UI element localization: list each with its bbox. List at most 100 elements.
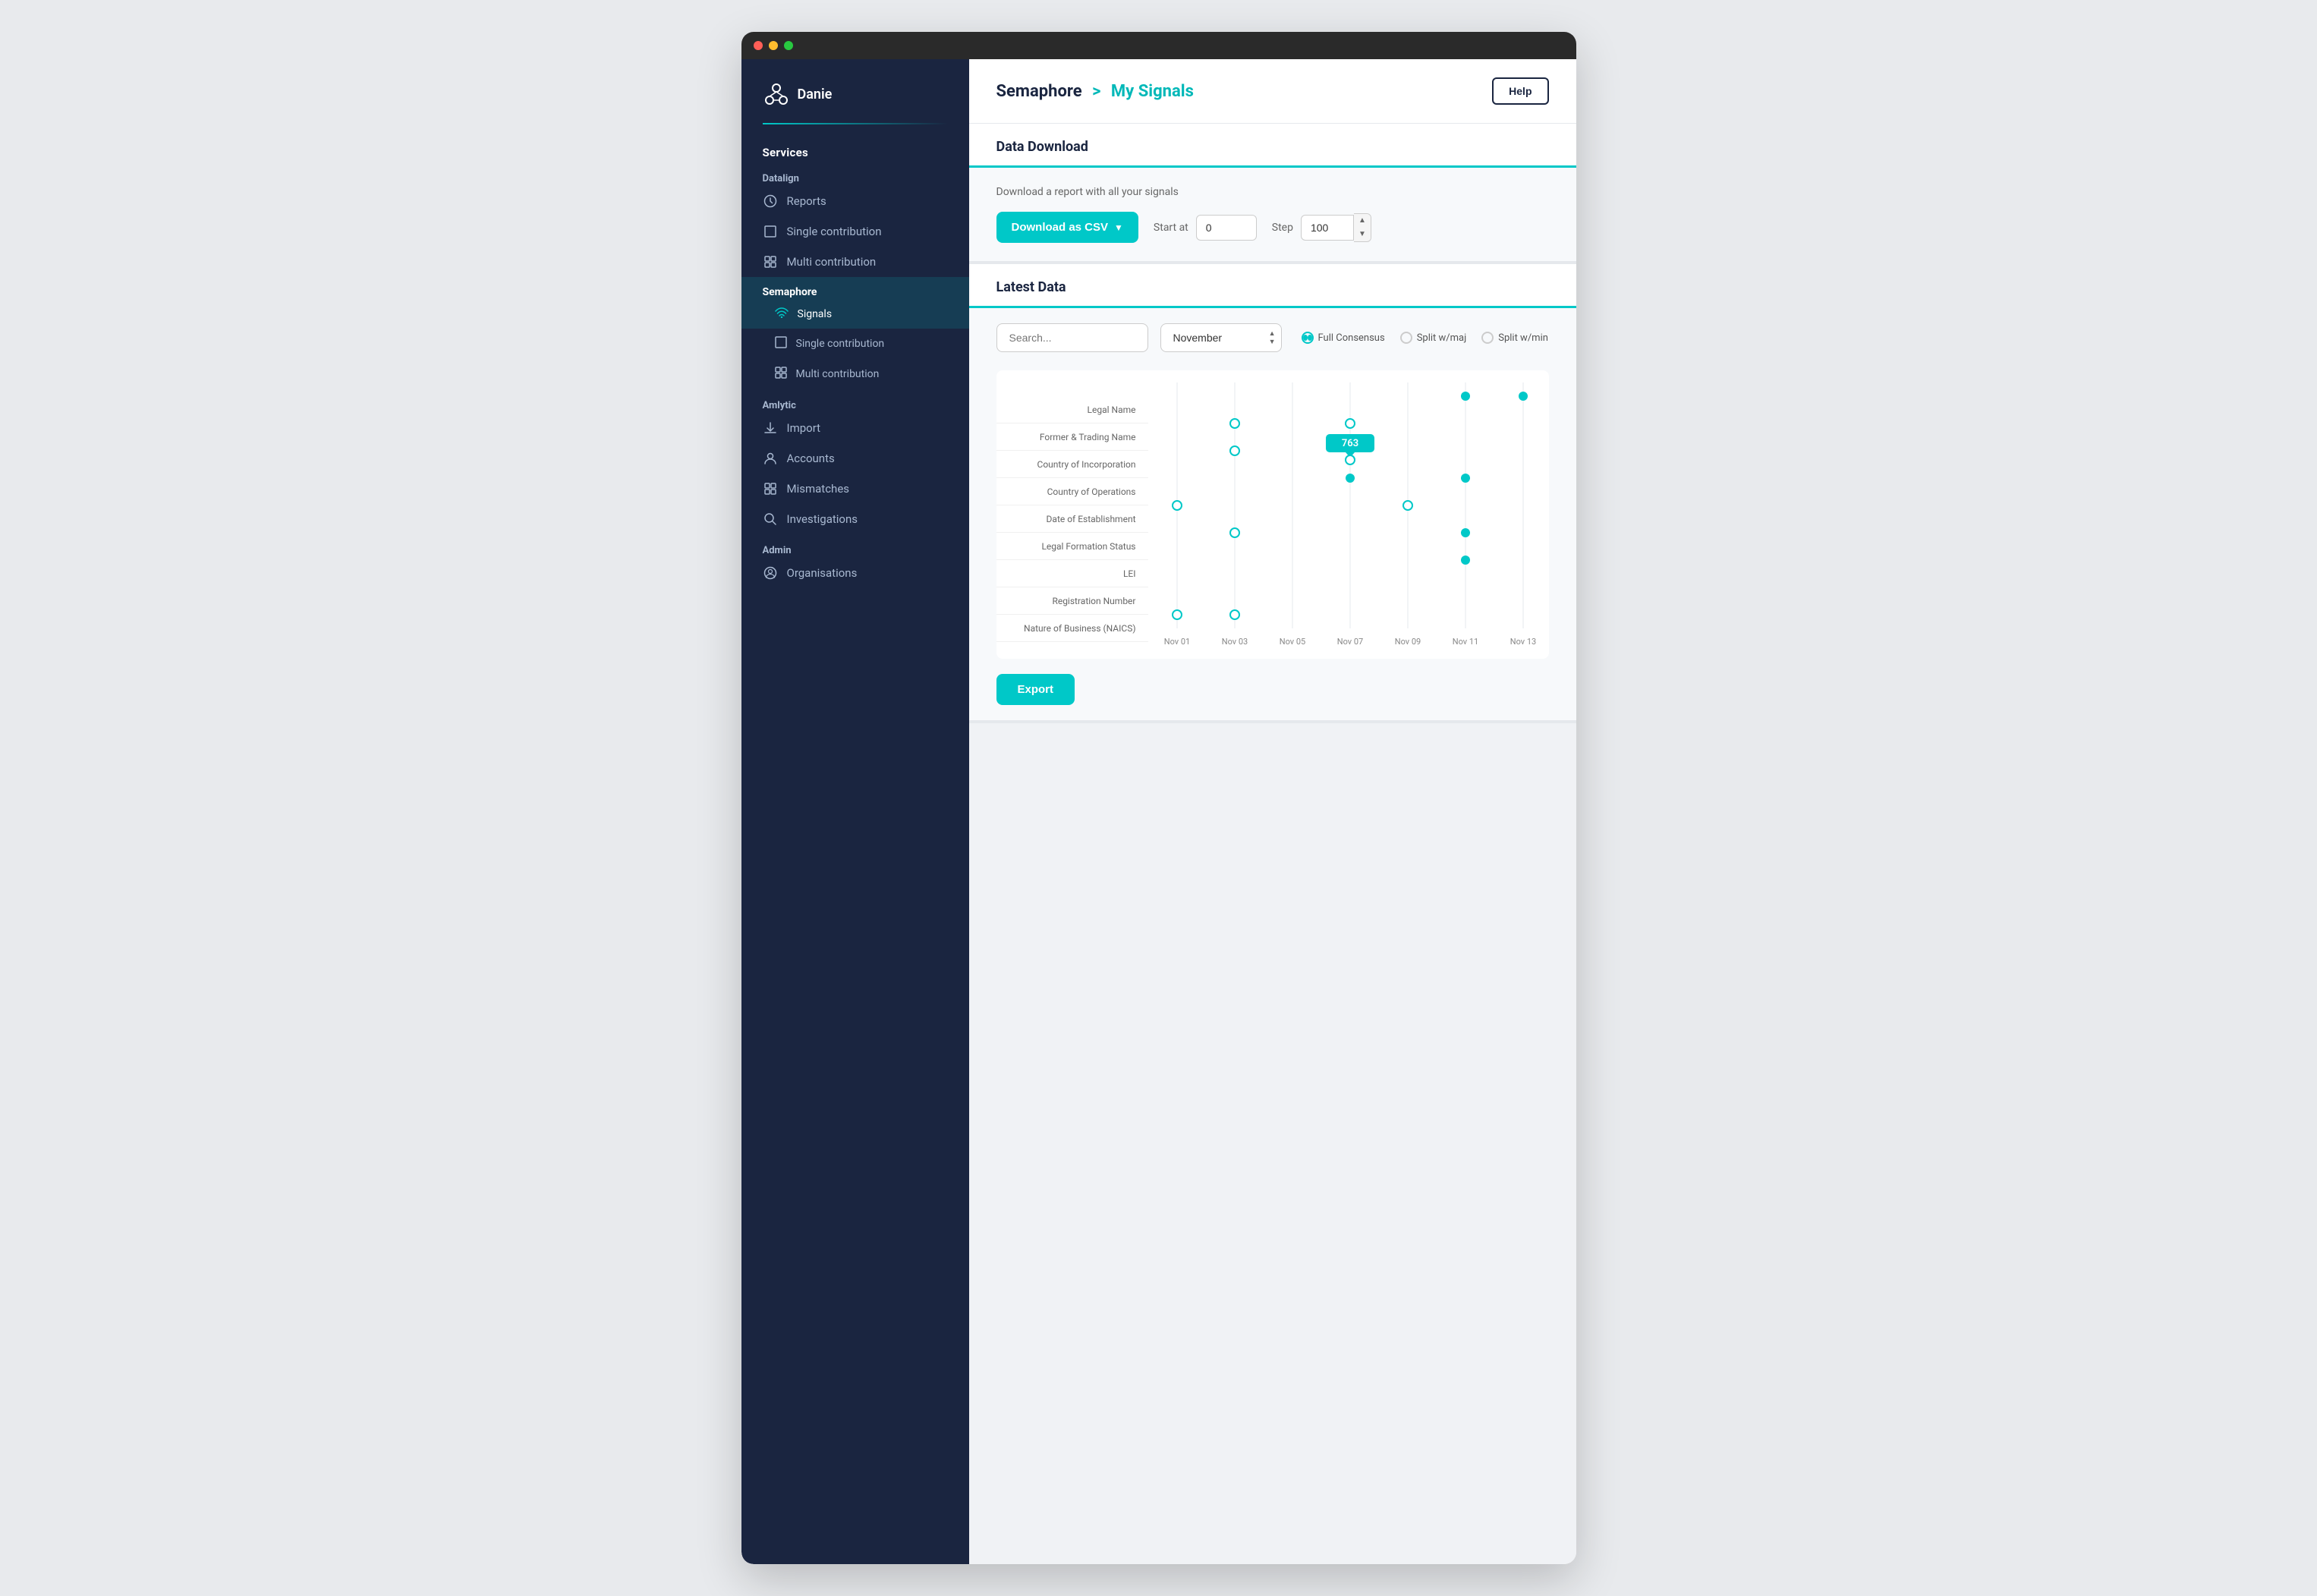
chart-data-area: 763 bbox=[1148, 382, 1549, 659]
user-icon bbox=[763, 451, 778, 466]
dot-legal-name-1 bbox=[1461, 392, 1470, 401]
download-icon bbox=[763, 420, 778, 436]
month-select-wrapper: November October December ▲ ▼ bbox=[1160, 323, 1282, 352]
chart-svg: 763 bbox=[1148, 382, 1549, 656]
sidebar-item-multi-contrib-1[interactable]: Multi contribution bbox=[741, 247, 969, 277]
sidebar: Danie Services Datalign Reports bbox=[741, 59, 969, 1564]
dot-legal-form-2 bbox=[1461, 528, 1470, 537]
dot-former-1 bbox=[1230, 419, 1239, 428]
minimize-dot[interactable] bbox=[769, 41, 778, 50]
sidebar-semaphore-label: Semaphore bbox=[741, 277, 969, 300]
dot-legal-name-2 bbox=[1519, 392, 1528, 401]
logo-icon bbox=[763, 80, 790, 108]
sidebar-item-import[interactable]: Import bbox=[741, 413, 969, 443]
sidebar-datalign-label: Datalign bbox=[741, 168, 969, 186]
label-date-estab: Date of Establishment bbox=[996, 505, 1148, 533]
label-naics: Nature of Business (NAICS) bbox=[996, 615, 1148, 642]
label-country-incorp: Country of Incorporation bbox=[996, 451, 1148, 478]
sidebar-single-contrib-2-label: Single contribution bbox=[796, 338, 885, 350]
sidebar-amlytic-label: Amlytic bbox=[741, 389, 969, 413]
dot-naics-2 bbox=[1230, 610, 1239, 619]
page-header: Semaphore > My Signals Help bbox=[969, 59, 1576, 124]
sidebar-import-label: Import bbox=[787, 421, 821, 435]
dot-ops-1 bbox=[1346, 474, 1355, 483]
sidebar-section-services: Services bbox=[741, 140, 969, 168]
sidebar-divider bbox=[763, 123, 948, 124]
breadcrumb-sub: My Signals bbox=[1111, 82, 1194, 101]
export-button[interactable]: Export bbox=[996, 674, 1075, 705]
search-input[interactable] bbox=[996, 323, 1148, 352]
logo-text: Danie bbox=[798, 87, 833, 102]
label-legal-name: Legal Name bbox=[996, 396, 1148, 423]
logo: Danie bbox=[741, 59, 969, 123]
data-download-title: Data Download bbox=[996, 139, 1549, 165]
user-circle-icon bbox=[763, 565, 778, 581]
chart-labels-col: Legal Name Former & Trading Name Country… bbox=[996, 382, 1148, 642]
breadcrumb-main: Semaphore bbox=[996, 82, 1082, 101]
help-button[interactable]: Help bbox=[1492, 77, 1548, 105]
step-up-button[interactable]: ▲ bbox=[1354, 214, 1371, 228]
sidebar-accounts-label: Accounts bbox=[787, 452, 835, 465]
sidebar-admin-label: Admin bbox=[741, 534, 969, 558]
dot-ops-2 bbox=[1461, 474, 1470, 483]
radio-group: Full Consensus Split w/maj Split w/min bbox=[1302, 332, 1548, 344]
x-label-nov03: Nov 03 bbox=[1221, 637, 1247, 647]
wifi-icon bbox=[775, 307, 789, 321]
sidebar-item-organisations[interactable]: Organisations bbox=[741, 558, 969, 588]
sidebar-multi-contrib-1-label: Multi contribution bbox=[787, 255, 877, 269]
sidebar-item-single-contrib-2[interactable]: Single contribution bbox=[741, 329, 969, 359]
sidebar-item-accounts[interactable]: Accounts bbox=[741, 443, 969, 474]
sidebar-item-multi-contrib-2[interactable]: Multi contribution bbox=[741, 359, 969, 389]
sidebar-investigations-label: Investigations bbox=[787, 512, 858, 526]
square-icon-1 bbox=[763, 224, 778, 239]
dot-former-2 bbox=[1346, 419, 1355, 428]
sidebar-item-reports[interactable]: Reports bbox=[741, 186, 969, 216]
download-row: Download as CSV ▼ Start at Step bbox=[996, 212, 1549, 243]
sidebar-item-signals[interactable]: Signals bbox=[741, 300, 969, 329]
dot-naics-1 bbox=[1173, 610, 1182, 619]
radio-split-maj[interactable]: Split w/maj bbox=[1400, 332, 1467, 344]
sidebar-reports-label: Reports bbox=[787, 194, 826, 208]
step-label: Step bbox=[1272, 222, 1293, 234]
breadcrumb: Semaphore > My Signals bbox=[996, 82, 1194, 101]
filters-row: November October December ▲ ▼ bbox=[996, 323, 1549, 352]
chart-inner: Legal Name Former & Trading Name Country… bbox=[996, 382, 1549, 659]
radio-split-min[interactable]: Split w/min bbox=[1481, 332, 1548, 344]
latest-data-header: Latest Data bbox=[969, 264, 1576, 308]
dot-lei-1 bbox=[1461, 556, 1470, 565]
dot-incorp-1 bbox=[1230, 446, 1239, 455]
x-label-nov13: Nov 13 bbox=[1510, 637, 1535, 647]
grid-icon-1 bbox=[763, 254, 778, 269]
dot-incorp-2 bbox=[1346, 455, 1355, 464]
grid-icon-2 bbox=[775, 367, 787, 382]
dropdown-caret-icon: ▼ bbox=[1114, 222, 1123, 233]
chart-area: Legal Name Former & Trading Name Country… bbox=[996, 370, 1549, 659]
x-label-nov05: Nov 05 bbox=[1279, 637, 1305, 647]
close-dot[interactable] bbox=[754, 41, 763, 50]
label-reg-number: Registration Number bbox=[996, 587, 1148, 615]
start-at-input[interactable] bbox=[1196, 215, 1257, 241]
maximize-dot[interactable] bbox=[784, 41, 793, 50]
step-down-button[interactable]: ▼ bbox=[1354, 228, 1371, 241]
dot-estab-2 bbox=[1403, 501, 1412, 510]
sidebar-item-mismatches[interactable]: Mismatches bbox=[741, 474, 969, 504]
sidebar-item-investigations[interactable]: Investigations bbox=[741, 504, 969, 534]
step-value-input[interactable] bbox=[1301, 215, 1354, 241]
main-content: Semaphore > My Signals Help Data Downloa… bbox=[969, 59, 1576, 1564]
download-csv-button[interactable]: Download as CSV ▼ bbox=[996, 212, 1138, 243]
month-arrows: ▲ ▼ bbox=[1269, 329, 1276, 346]
radio-full-consensus[interactable]: Full Consensus bbox=[1302, 332, 1385, 344]
label-legal-formation: Legal Formation Status bbox=[996, 533, 1148, 560]
clock-icon bbox=[763, 194, 778, 209]
latest-data-body: November October December ▲ ▼ bbox=[969, 308, 1576, 720]
search-icon bbox=[763, 512, 778, 527]
sidebar-item-single-contrib-1[interactable]: Single contribution bbox=[741, 216, 969, 247]
label-lei: LEI bbox=[996, 560, 1148, 587]
breadcrumb-sep: > bbox=[1092, 82, 1100, 101]
browser-chrome bbox=[741, 32, 1576, 59]
x-label-nov01: Nov 01 bbox=[1163, 637, 1189, 647]
dot-legal-form-1 bbox=[1230, 528, 1239, 537]
x-label-nov07: Nov 07 bbox=[1336, 637, 1362, 647]
square-icon-2 bbox=[775, 336, 787, 351]
month-select[interactable]: November October December bbox=[1160, 323, 1282, 352]
